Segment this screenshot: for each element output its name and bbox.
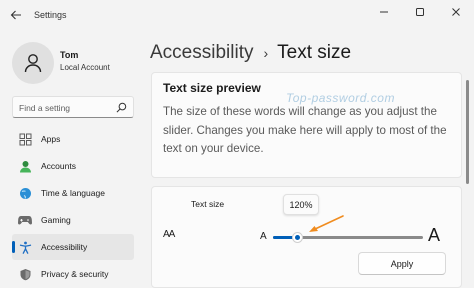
text-size-card: Text size AA 120% A A Apply	[151, 186, 462, 288]
privacy-icon	[18, 267, 32, 281]
time-language-icon	[18, 186, 32, 200]
sidebar-item-privacy-security[interactable]: Privacy & security	[12, 261, 134, 287]
avatar	[12, 42, 54, 84]
slider-value-tooltip: 120%	[283, 194, 319, 215]
maximize-icon[interactable]	[402, 0, 438, 24]
sidebar-item-label: Accessibility	[41, 242, 88, 252]
text-size-slider[interactable]	[273, 232, 423, 244]
person-icon	[24, 54, 42, 73]
gaming-icon	[18, 213, 32, 227]
sidebar-item-label: Gaming	[41, 215, 71, 225]
sidebar-nav: Apps Accounts Time & language Gaming Acc…	[12, 126, 134, 288]
apply-button[interactable]: Apply	[358, 252, 446, 275]
user-profile[interactable]: Tom Local Account	[12, 38, 162, 88]
sidebar-item-accessibility[interactable]: Accessibility	[12, 234, 134, 260]
breadcrumb-parent[interactable]: Accessibility	[150, 42, 253, 64]
text-size-label: Text size	[191, 199, 225, 209]
close-icon[interactable]	[438, 0, 474, 24]
search-icon[interactable]	[116, 102, 127, 113]
apps-icon	[18, 132, 32, 146]
text-size-icon-glyph: AA	[163, 229, 175, 240]
slider-thumb[interactable]	[291, 232, 303, 243]
accessibility-icon	[18, 240, 32, 254]
sidebar-item-label: Time & language	[41, 188, 105, 198]
breadcrumb: Accessibility › Text size	[150, 40, 351, 66]
minimize-icon[interactable]	[366, 0, 402, 24]
sidebar-item-gaming[interactable]: Gaming	[12, 207, 134, 233]
sidebar-item-apps[interactable]: Apps	[12, 126, 134, 152]
sidebar-item-label: Privacy & security	[41, 269, 109, 279]
sidebar-item-label: Apps	[41, 134, 61, 144]
back-arrow-icon[interactable]	[8, 7, 24, 23]
search-input[interactable]	[19, 101, 115, 114]
page-title: Text size	[277, 42, 352, 63]
slider-max-label: A	[428, 225, 441, 245]
settings-window: Settings Tom Local Account Find a settin…	[0, 0, 474, 288]
sidebar-item-time-language[interactable]: Time & language	[12, 180, 134, 206]
title-bar: Settings	[0, 0, 474, 30]
preview-title: Text size preview	[163, 81, 261, 95]
text-size-icon: AA	[163, 229, 175, 240]
app-title: Settings	[34, 10, 67, 20]
breadcrumb-separator: ›	[263, 45, 269, 61]
sidebar-item-label: Accounts	[41, 161, 76, 171]
account-type: Local Account	[60, 63, 110, 72]
scrollbar[interactable]	[466, 80, 469, 184]
window-controls	[366, 0, 474, 24]
preview-text: The size of these words will change as y…	[163, 105, 447, 155]
text-size-preview-card: Text size preview Top-password.com The s…	[151, 72, 462, 178]
user-name: Tom	[60, 50, 79, 60]
slider-min-label: A	[260, 231, 267, 242]
accounts-icon	[18, 159, 32, 173]
search-box[interactable]	[12, 96, 134, 118]
sidebar-item-accounts[interactable]: Accounts	[12, 153, 134, 179]
